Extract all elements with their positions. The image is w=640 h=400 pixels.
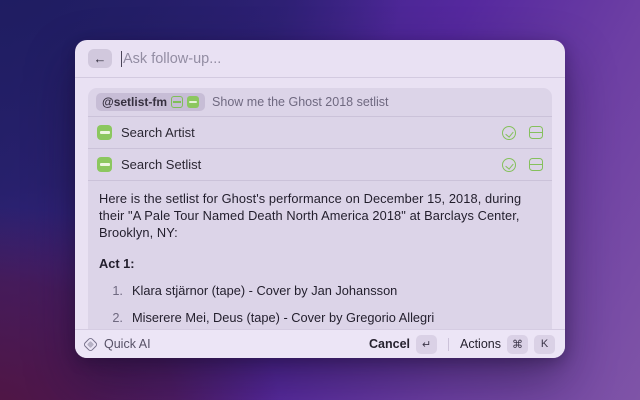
song-title: Miserere Mei, Deus (tape) - Cover by Gre… [132,309,434,326]
actions-button[interactable]: Actions ⌘ K [460,335,555,354]
tool-row-search-artist[interactable]: Search Artist [88,117,552,148]
user-query-row: @setlist-fm Show me the Ghost 2018 setli… [88,88,552,116]
user-query-text: Show me the Ghost 2018 setlist [212,95,388,109]
result-card-icon [529,126,543,139]
followup-input-row: ← [75,40,565,78]
quick-ai-dialog: ← @setlist-fm Show me the Ghost 2018 set… [75,40,565,358]
enter-key-icon: ↵ [416,335,437,354]
back-button[interactable]: ← [88,49,112,68]
back-arrow-icon: ← [94,51,107,66]
tag-label: @setlist-fm [102,95,167,109]
setlist-fm-icon [97,125,112,140]
conversation-panel: @setlist-fm Show me the Ghost 2018 setli… [88,88,552,329]
cancel-label: Cancel [369,337,410,351]
ask-followup-input[interactable] [123,51,552,67]
setlist-fm-tag[interactable]: @setlist-fm [96,93,205,111]
act-heading: Act 1: [99,255,541,272]
tool-label: Search Artist [121,125,493,140]
song-number: 2. [99,309,123,326]
ai-response: Here is the setlist for Ghost's performa… [88,181,552,329]
check-circle-icon [502,158,516,172]
setlist-filled-icon [187,96,199,108]
cancel-button[interactable]: Cancel ↵ [369,335,437,354]
command-key-icon: ⌘ [507,335,528,354]
quick-ai-label: Quick AI [104,337,151,351]
setlist-fm-icon [97,157,112,172]
quick-ai-branding: Quick AI [85,337,151,351]
tool-status [502,126,543,140]
text-cursor [121,51,122,67]
song-number: 1. [99,282,123,299]
setlist-songs: 1. Klara stjärnor (tape) - Cover by Jan … [99,282,541,329]
response-intro: Here is the setlist for Ghost's performa… [99,190,541,241]
raycast-icon [83,336,99,352]
check-circle-icon [502,126,516,140]
tool-label: Search Setlist [121,157,493,172]
result-card-icon [529,158,543,171]
song-item: 2. Miserere Mei, Deus (tape) - Cover by … [99,309,541,326]
tool-row-search-setlist[interactable]: Search Setlist [88,149,552,180]
tool-status [502,158,543,172]
k-key-icon: K [534,335,555,354]
footer-bar: Quick AI Cancel ↵ Actions ⌘ K [75,329,565,358]
footer-divider [448,338,449,351]
actions-label: Actions [460,337,501,351]
song-item: 1. Klara stjärnor (tape) - Cover by Jan … [99,282,541,299]
setlist-outline-icon [171,96,183,108]
song-title: Klara stjärnor (tape) - Cover by Jan Joh… [132,282,397,299]
